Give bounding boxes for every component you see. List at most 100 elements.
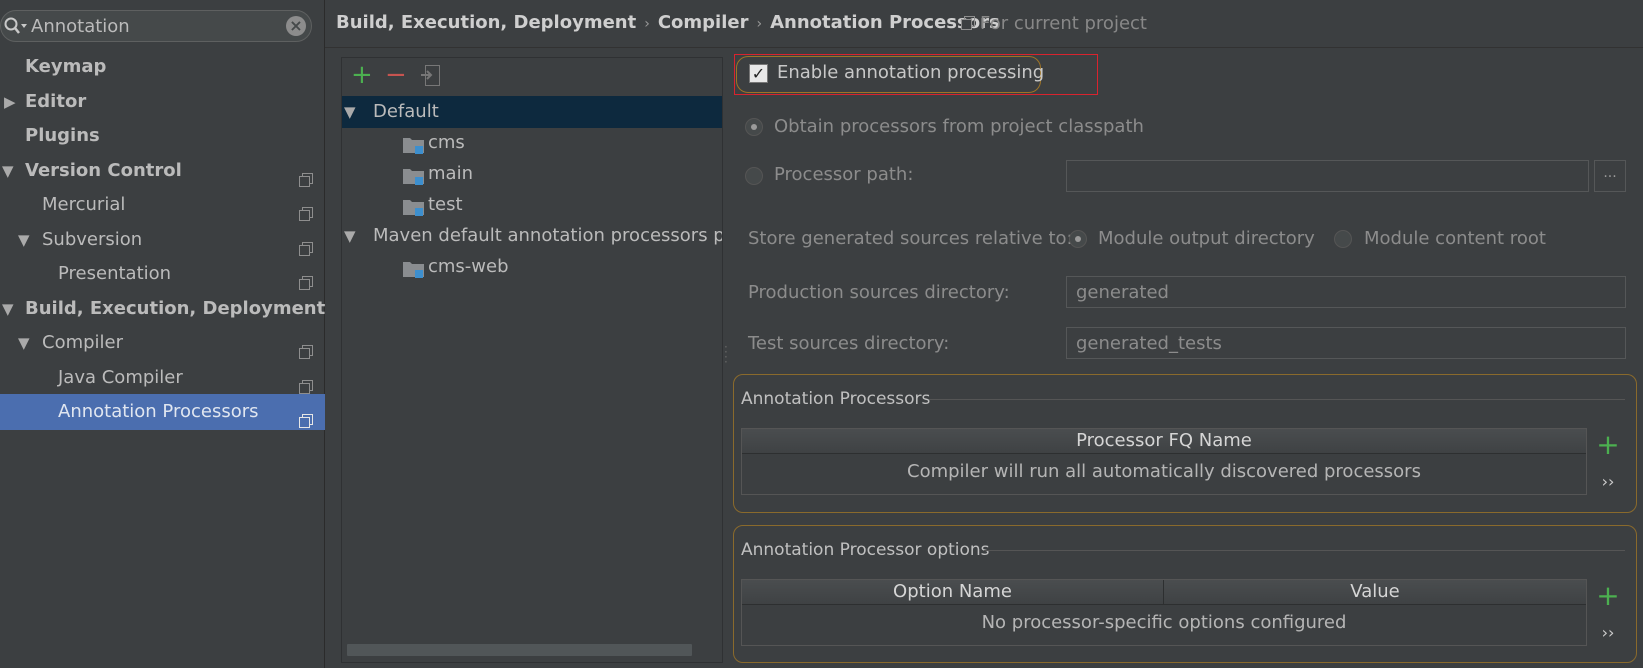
options-empty-text: No processor-specific options configured — [981, 612, 1347, 633]
project-scope-icon — [299, 233, 313, 256]
collapse-arrow-icon[interactable]: ▼ — [18, 325, 30, 361]
enable-processing-checkbox[interactable]: ✓ — [749, 64, 768, 83]
expand-arrow-icon[interactable]: ▶ — [4, 84, 16, 120]
collapse-arrow-icon[interactable]: ▼ — [2, 153, 14, 189]
project-scope-icon — [299, 405, 313, 428]
sidebar-item-label: Subversion — [42, 229, 143, 250]
processor-path-label[interactable]: Processor path: — [774, 164, 913, 185]
options-table[interactable]: Option Name Value No processor-specific … — [741, 579, 1587, 646]
processor-path-radio[interactable] — [745, 167, 763, 185]
horizontal-scrollbar[interactable] — [347, 644, 692, 656]
sidebar-item-label: Annotation Processors — [58, 401, 259, 422]
sidebar-item-keymap[interactable]: Keymap — [0, 49, 325, 85]
processor-path-field[interactable] — [1066, 160, 1589, 192]
obtain-from-classpath-label[interactable]: Obtain processors from project classpath — [774, 116, 1144, 137]
breadcrumb: Build, Execution, Deployment › Compiler › An… — [336, 12, 1000, 33]
tree-row-label: main — [428, 163, 473, 184]
module-output-label[interactable]: Module output directory — [1098, 228, 1315, 249]
collapse-arrow-icon[interactable]: ▼ — [344, 96, 356, 128]
project-scope-icon — [299, 198, 313, 221]
sidebar-item-label: Compiler — [42, 332, 124, 353]
enable-processing-label[interactable]: Enable annotation processing — [777, 62, 1044, 83]
settings-header: Build, Execution, Deployment › Compiler › An… — [325, 0, 1643, 48]
sidebar-item-label: Plugins — [25, 125, 100, 146]
settings-search-box[interactable]: × — [0, 10, 312, 42]
module-folder-icon — [402, 196, 426, 221]
remove-profile-button[interactable]: − — [385, 62, 407, 88]
collapse-arrow-icon[interactable]: ▼ — [344, 220, 356, 252]
project-scope-icon — [299, 267, 313, 290]
tree-row-label: cms — [428, 132, 465, 153]
tree-toolbar: + − — [342, 58, 722, 94]
sidebar-item-compiler[interactable]: ▼ Compiler — [0, 325, 325, 361]
tree-row-default-profile[interactable]: ▼ Default — [342, 96, 722, 128]
move-to-profile-icon[interactable] — [419, 64, 443, 93]
tree-row-module[interactable]: cms — [342, 127, 722, 159]
project-scope-icon — [961, 14, 975, 35]
browse-path-button[interactable]: ... — [1594, 160, 1626, 192]
clear-search-icon[interactable]: × — [286, 16, 306, 36]
project-scope-icon — [299, 336, 313, 359]
column-header-processor-name[interactable]: Processor FQ Name — [742, 429, 1586, 454]
group-divider — [984, 550, 1625, 551]
group-divider — [929, 399, 1625, 400]
profiles-tree-panel: + − ▼ Default cms main test ▼ Maven defa… — [341, 57, 723, 663]
sidebar-item-build-execution-deployment[interactable]: ▼ Build, Execution, Deployment — [0, 291, 325, 327]
more-actions-icon[interactable]: ›› — [1591, 472, 1625, 491]
project-scope-icon — [299, 164, 313, 187]
sidebar-item-plugins[interactable]: Plugins — [0, 118, 325, 154]
sidebar-item-java-compiler[interactable]: Java Compiler — [0, 360, 325, 396]
group-title: Annotation Processor options — [741, 540, 990, 560]
tree-row-label: Default — [373, 101, 439, 122]
store-sources-label: Store generated sources relative to: — [748, 228, 1073, 249]
module-output-radio[interactable] — [1069, 230, 1087, 248]
more-actions-icon[interactable]: ›› — [1591, 623, 1625, 642]
module-folder-icon — [402, 134, 426, 159]
sidebar-item-annotation-processors[interactable]: Annotation Processors — [0, 394, 325, 430]
project-scope-icon — [299, 371, 313, 394]
test-dir-field[interactable] — [1066, 327, 1626, 359]
sidebar-item-label: Keymap — [25, 56, 107, 77]
sidebar-item-subversion[interactable]: ▼ Subversion — [0, 222, 325, 258]
tree-row-module[interactable]: test — [342, 189, 722, 221]
test-dir-label: Test sources directory: — [748, 333, 950, 354]
chevron-right-icon: › — [644, 16, 650, 32]
module-content-root-radio[interactable] — [1334, 230, 1352, 248]
settings-sidebar: × Keymap ▶ Editor Plugins ▼ Version Cont… — [0, 0, 325, 668]
sidebar-item-editor[interactable]: ▶ Editor — [0, 84, 325, 120]
add-profile-button[interactable]: + — [351, 62, 373, 88]
processor-options-group: Annotation Processor options Option Name… — [733, 525, 1637, 663]
search-icon[interactable] — [4, 17, 28, 40]
add-option-button[interactable]: + — [1591, 582, 1625, 610]
sidebar-item-version-control[interactable]: ▼ Version Control — [0, 153, 325, 189]
tree-row-module[interactable]: cms-web — [342, 251, 722, 283]
column-header-value[interactable]: Value — [1164, 580, 1586, 605]
production-dir-field[interactable] — [1066, 276, 1626, 308]
sidebar-item-label: Editor — [25, 91, 87, 112]
processors-table[interactable]: Processor FQ Name Compiler will run all … — [741, 428, 1587, 495]
sidebar-item-label: Mercurial — [42, 194, 126, 215]
obtain-from-classpath-radio[interactable] — [745, 118, 763, 136]
module-folder-icon — [402, 165, 426, 190]
module-content-root-label[interactable]: Module content root — [1364, 228, 1546, 249]
column-header-option-name[interactable]: Option Name — [742, 580, 1164, 605]
search-input[interactable] — [31, 14, 281, 38]
tree-row-label: test — [428, 194, 463, 215]
group-title: Annotation Processors — [741, 389, 931, 409]
tree-row-label: Maven default annotation processors prof… — [373, 225, 722, 246]
tree-row-module[interactable]: main — [342, 158, 722, 190]
sidebar-item-label: Java Compiler — [58, 367, 183, 388]
sidebar-item-presentation[interactable]: Presentation — [0, 256, 325, 292]
add-processor-button[interactable]: + — [1591, 431, 1625, 459]
module-folder-icon — [402, 258, 426, 283]
breadcrumb-item[interactable]: Compiler — [658, 12, 749, 33]
sidebar-item-label: Build, Execution, Deployment — [25, 298, 326, 319]
breadcrumb-item[interactable]: Build, Execution, Deployment — [336, 12, 636, 33]
collapse-arrow-icon[interactable]: ▼ — [2, 291, 14, 327]
sidebar-item-mercurial[interactable]: Mercurial — [0, 187, 325, 223]
splitter-handle[interactable]: · · · · — [724, 341, 728, 368]
scope-label: For current project — [980, 13, 1147, 34]
tree-row-maven-profile[interactable]: ▼ Maven default annotation processors pr… — [342, 220, 722, 252]
sidebar-item-label: Version Control — [25, 160, 182, 181]
collapse-arrow-icon[interactable]: ▼ — [18, 222, 30, 258]
